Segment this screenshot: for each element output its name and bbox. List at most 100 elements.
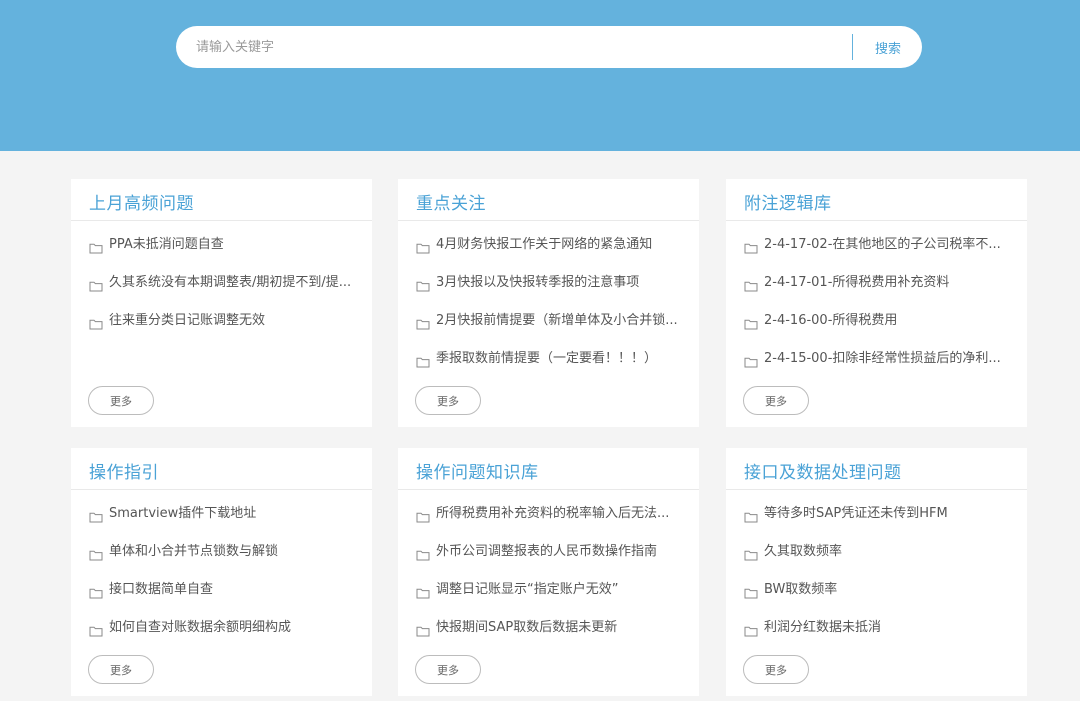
more-button[interactable]: 更多 (743, 655, 809, 684)
folder-icon (89, 315, 103, 330)
card-item-list: 所得税费用补充资料的税率输入后无法... 外币公司调整报表的人民币数操作指南 调整日… (398, 505, 699, 657)
list-item-label: 接口数据简单自查 (109, 582, 214, 597)
folder-icon (744, 622, 758, 637)
list-item[interactable]: 如何自查对账数据余额明细构成 (71, 619, 372, 657)
card-title: 接口及数据处理问题 (744, 463, 902, 483)
card-item-list: 等待多时SAP凭证还未传到HFM 久其取数频率 BW取数频率利润分红数据未抵消 (726, 505, 1027, 657)
list-item-label: 往来重分类日记账调整无效 (109, 313, 266, 328)
folder-icon (744, 239, 758, 254)
card-item-list: Smartview插件下载地址单体和小合并节点锁数与解锁 接口数据简单自查如何自查… (71, 505, 372, 657)
list-item-label: 久其取数频率 (764, 544, 843, 559)
card-title: 重点关注 (416, 194, 486, 214)
card-section: 操作问题知识库所得税费用补充资料的税率输入后无法... 外币公司调整报表的人民币数… (398, 448, 699, 696)
card-section: 附注逻辑库 2-4-17-02-在其他地区的子公司税率不... 2-4-17-01-… (726, 179, 1027, 427)
card-title: 操作指引 (89, 463, 159, 483)
folder-icon (416, 584, 430, 599)
search-input[interactable] (196, 26, 836, 68)
folder-icon (744, 277, 758, 292)
card-divider (71, 489, 372, 490)
list-item-label: 2-4-17-02-在其他地区的子公司税率不... (764, 237, 1001, 252)
more-button[interactable]: 更多 (88, 655, 154, 684)
card-divider (726, 489, 1027, 490)
list-item[interactable]: 快报期间SAP取数后数据未更新 (398, 619, 699, 657)
list-item[interactable]: BW取数频率 (726, 581, 1027, 619)
list-item[interactable]: 利润分红数据未抵消 (726, 619, 1027, 657)
folder-icon (416, 315, 430, 330)
list-item-label: 2月快报前情提要（新增单体及小合并锁... (436, 313, 678, 328)
list-item-label: 调整日记账显示“指定账户无效” (436, 582, 619, 597)
list-item[interactable]: Smartview插件下载地址 (71, 505, 372, 543)
card-section: 上月高频问题 PPA未抵消问题自查久其系统没有本期调整表/期初提不到/提... 往来… (71, 179, 372, 427)
card-title: 操作问题知识库 (416, 463, 539, 483)
folder-icon (416, 239, 430, 254)
card-section: 操作指引 Smartview插件下载地址单体和小合并节点锁数与解锁 接口数据简单自查… (71, 448, 372, 696)
list-item[interactable]: 久其取数频率 (726, 543, 1027, 581)
list-item[interactable]: 2-4-16-00-所得税费用 (726, 312, 1027, 350)
folder-icon (744, 353, 758, 368)
folder-icon (416, 546, 430, 561)
list-item[interactable]: 久其系统没有本期调整表/期初提不到/提... (71, 274, 372, 312)
folder-icon (89, 508, 103, 523)
card-section: 接口及数据处理问题等待多时SAP凭证还未传到HFM 久其取数频率 BW取数频率利润分… (726, 448, 1027, 696)
folder-icon (744, 584, 758, 599)
folder-icon (89, 546, 103, 561)
more-button[interactable]: 更多 (88, 386, 154, 415)
list-item[interactable]: 3月快报以及快报转季报的注意事项 (398, 274, 699, 312)
list-item-label: 所得税费用补充资料的税率输入后无法... (436, 506, 670, 521)
list-item[interactable]: 4月财务快报工作关于网络的紧急通知 (398, 236, 699, 274)
more-button[interactable]: 更多 (743, 386, 809, 415)
list-item[interactable]: 往来重分类日记账调整无效 (71, 312, 372, 350)
list-item-label: 季报取数前情提要（一定要看！！！） (436, 351, 658, 366)
list-item[interactable]: 季报取数前情提要（一定要看！！！） (398, 350, 699, 388)
card-divider (726, 220, 1027, 221)
folder-icon (416, 277, 430, 292)
list-item-label: Smartview插件下载地址 (109, 506, 257, 521)
search-button[interactable]: 搜索 (860, 26, 916, 68)
list-item[interactable]: 接口数据简单自查 (71, 581, 372, 619)
more-button[interactable]: 更多 (415, 386, 481, 415)
list-item[interactable]: 2月快报前情提要（新增单体及小合并锁... (398, 312, 699, 350)
folder-icon (89, 584, 103, 599)
list-item-label: 2-4-16-00-所得税费用 (764, 313, 898, 328)
card-divider (71, 220, 372, 221)
card-section: 重点关注 4月财务快报工作关于网络的紧急通知 3月快报以及快报转季报的注意事项 2月快… (398, 179, 699, 427)
folder-icon (416, 508, 430, 523)
list-item-label: 4月财务快报工作关于网络的紧急通知 (436, 237, 653, 252)
card-title: 附注逻辑库 (744, 194, 832, 214)
list-item[interactable]: 2-4-17-02-在其他地区的子公司税率不... (726, 236, 1027, 274)
folder-icon (744, 508, 758, 523)
list-item[interactable]: 单体和小合并节点锁数与解锁 (71, 543, 372, 581)
list-item[interactable]: 所得税费用补充资料的税率输入后无法... (398, 505, 699, 543)
card-divider (398, 489, 699, 490)
search-divider (852, 34, 853, 60)
list-item[interactable]: PPA未抵消问题自查 (71, 236, 372, 274)
search-banner: 搜索 (0, 0, 1080, 151)
card-item-list: 2-4-17-02-在其他地区的子公司税率不... 2-4-17-01-所得税费用… (726, 236, 1027, 388)
list-item[interactable]: 2-4-17-01-所得税费用补充资料 (726, 274, 1027, 312)
list-item-label: PPA未抵消问题自查 (109, 237, 224, 252)
list-item-label: 2-4-15-00-扣除非经常性损益后的净利... (764, 351, 1001, 366)
list-item-label: 利润分红数据未抵消 (764, 620, 882, 635)
more-button[interactable]: 更多 (415, 655, 481, 684)
folder-icon (89, 277, 103, 292)
folder-icon (89, 239, 103, 254)
folder-icon (89, 622, 103, 637)
list-item[interactable]: 外币公司调整报表的人民币数操作指南 (398, 543, 699, 581)
list-item[interactable]: 2-4-15-00-扣除非经常性损益后的净利... (726, 350, 1027, 388)
folder-icon (416, 622, 430, 637)
list-item-label: 等待多时SAP凭证还未传到HFM (764, 506, 948, 521)
list-item-label: 单体和小合并节点锁数与解锁 (109, 544, 279, 559)
list-item-label: 外币公司调整报表的人民币数操作指南 (436, 544, 658, 559)
list-item-label: 2-4-17-01-所得税费用补充资料 (764, 275, 950, 290)
list-item-label: BW取数频率 (764, 582, 838, 597)
card-title: 上月高频问题 (89, 194, 194, 214)
list-item[interactable]: 等待多时SAP凭证还未传到HFM (726, 505, 1027, 543)
list-item[interactable]: 调整日记账显示“指定账户无效” (398, 581, 699, 619)
list-item-label: 如何自查对账数据余额明细构成 (109, 620, 292, 635)
list-item-label: 3月快报以及快报转季报的注意事项 (436, 275, 640, 290)
list-item-label: 快报期间SAP取数后数据未更新 (436, 620, 618, 635)
search-bar: 搜索 (176, 26, 922, 68)
card-divider (398, 220, 699, 221)
folder-icon (744, 315, 758, 330)
card-item-list: 4月财务快报工作关于网络的紧急通知 3月快报以及快报转季报的注意事项 2月快报前情提… (398, 236, 699, 388)
